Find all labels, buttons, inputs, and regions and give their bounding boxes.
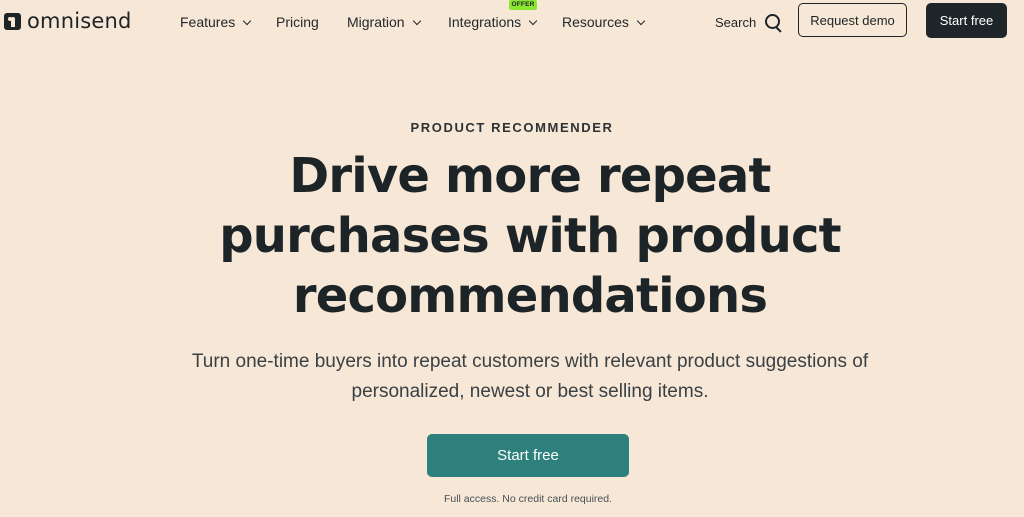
logo-text: omnisend — [27, 9, 132, 33]
nav-migration[interactable]: Migration — [347, 12, 421, 32]
chevron-down-icon — [243, 16, 252, 25]
search-icon — [764, 13, 782, 31]
hero-subtitle: Turn one-time buyers into repeat custome… — [191, 351, 869, 402]
hero-title: Drive more repeat purchases with product… — [219, 148, 841, 324]
start-free-button[interactable]: Start free — [427, 434, 629, 477]
nav-integrations[interactable]: Integrations — [448, 12, 538, 32]
hero-eyebrow: PRODUCT RECOMMENDER — [410, 120, 614, 135]
fine-print: Full access. No credit card required. — [443, 493, 613, 505]
nav-migration-label: Migration — [347, 14, 405, 30]
chevron-down-icon — [528, 16, 538, 25]
omnisend-logo-icon — [4, 12, 21, 30]
request-demo-button[interactable]: Request demo — [798, 3, 907, 37]
nav-features-label: Features — [180, 14, 236, 30]
nav-pricing[interactable]: Pricing — [276, 12, 319, 32]
search-button[interactable]: Search — [715, 11, 782, 33]
offer-badge: OFFER — [509, 0, 537, 10]
start-free-header-button[interactable]: Start free — [926, 3, 1007, 38]
logo-link[interactable]: omnisend — [4, 8, 132, 34]
site-header: omnisend Features Pricing Migration Inte… — [0, 0, 1024, 44]
search-label: Search — [715, 14, 757, 30]
nav-integrations-label: Integrations — [448, 14, 522, 30]
page: omnisend Features Pricing Migration Inte… — [0, 0, 1024, 517]
nav-resources[interactable]: Resources — [562, 12, 646, 32]
nav-features[interactable]: Features — [180, 12, 252, 32]
chevron-down-icon — [412, 16, 421, 25]
chevron-down-icon — [636, 16, 646, 25]
nav-resources-label: Resources — [562, 14, 629, 30]
nav-pricing-label: Pricing — [276, 14, 319, 30]
